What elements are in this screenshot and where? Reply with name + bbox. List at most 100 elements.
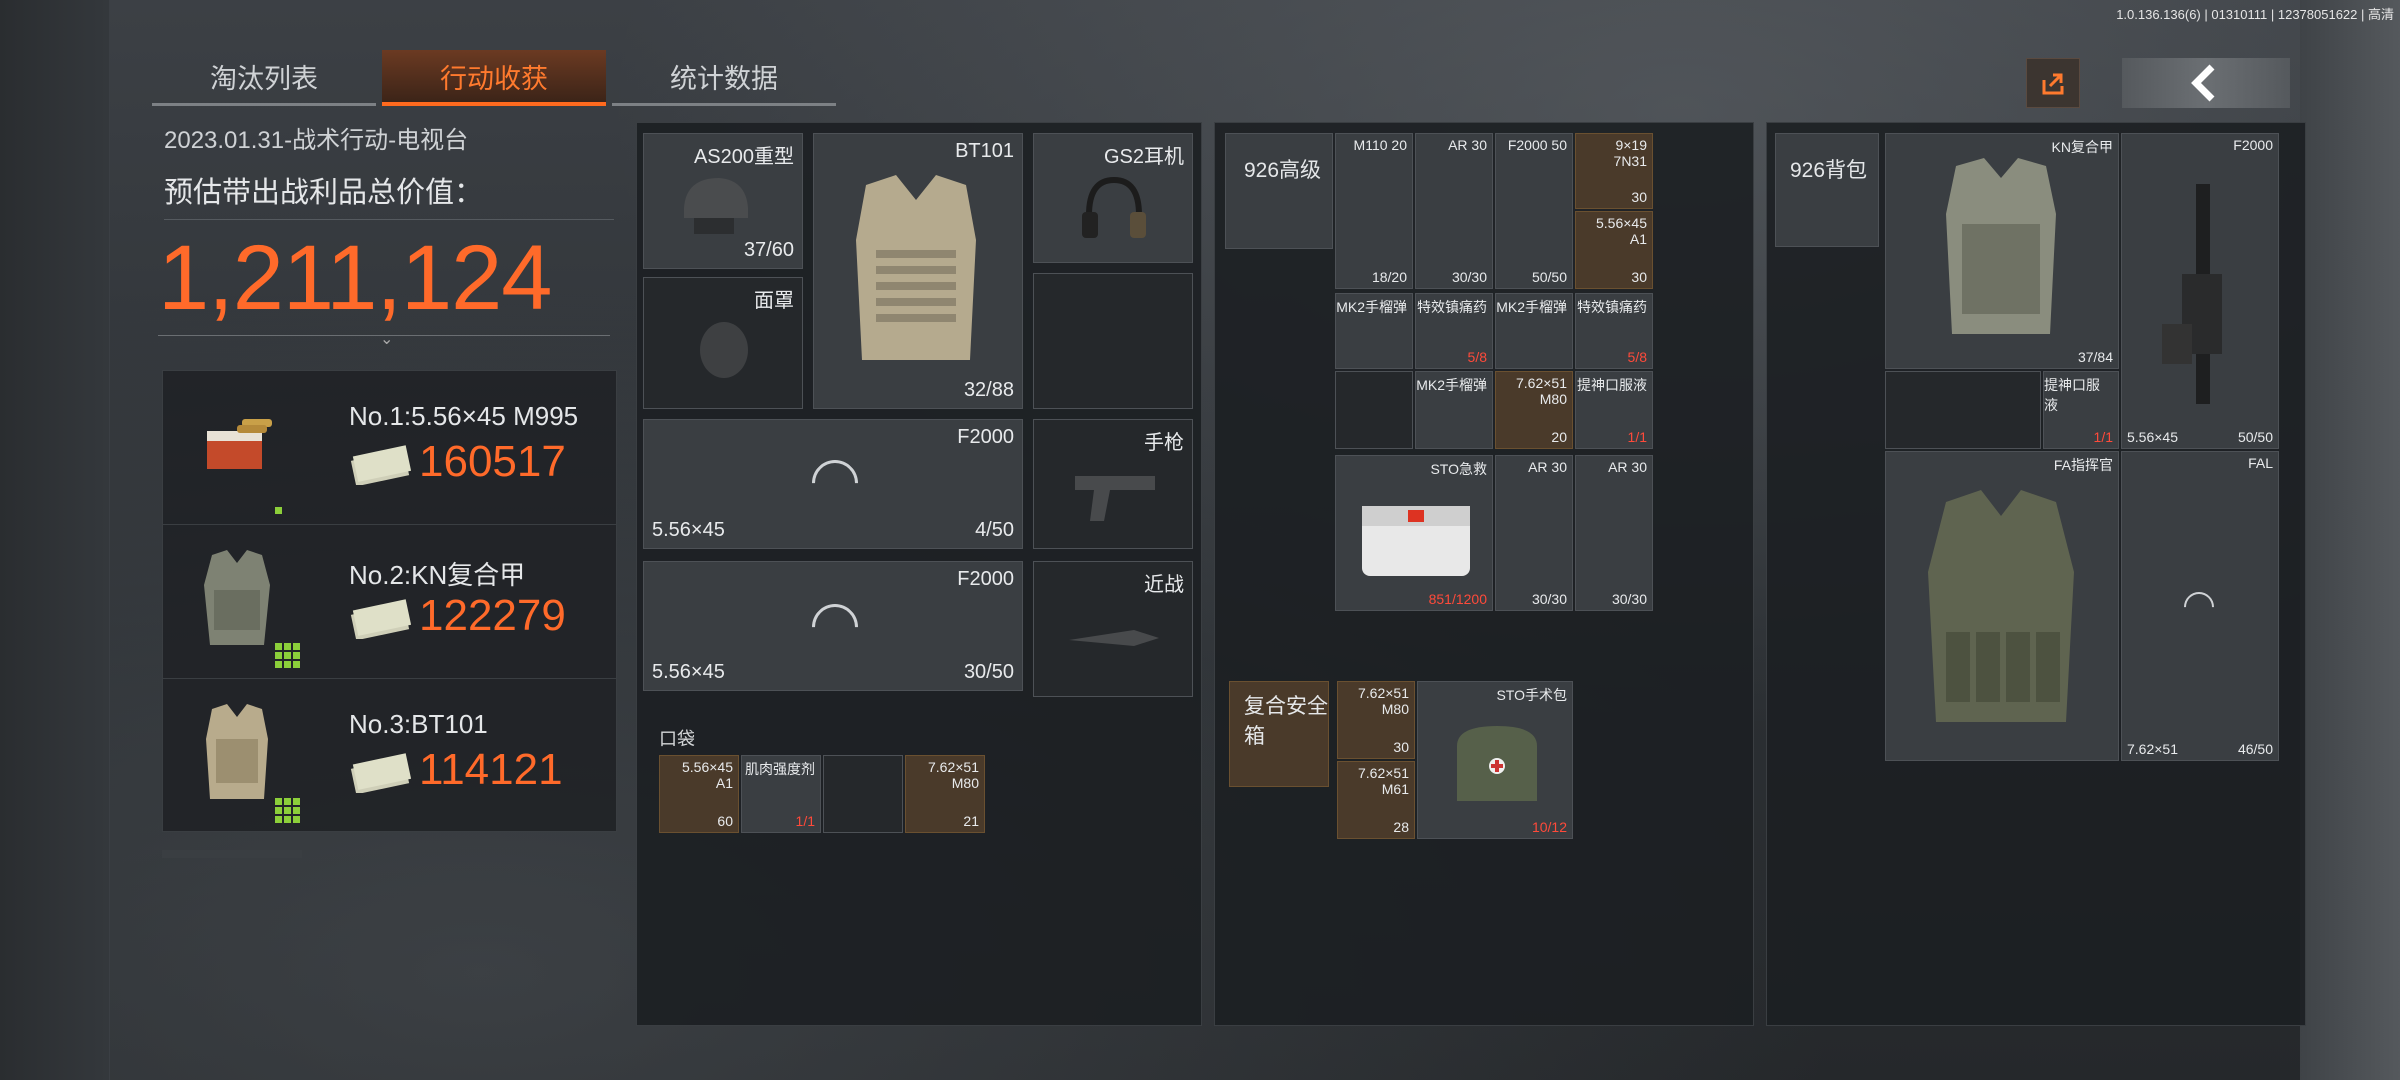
slot-count: 30/50 <box>963 661 1014 683</box>
slot-count: 5/8 <box>1467 349 1487 365</box>
tab-statistics[interactable]: 统计数据 <box>612 50 836 106</box>
body-armor-icon <box>1946 158 2056 334</box>
chevron-left-icon <box>2191 64 2215 102</box>
list-item[interactable]: No.1:5.56×45 M995 160517 <box>163 371 616 525</box>
back-button[interactable] <box>2122 58 2290 108</box>
rig-item[interactable]: AR 30 30/30 <box>1415 133 1493 289</box>
slot-name: F2000 50 <box>1507 137 1567 153</box>
safe-box-title: 复合安全箱 <box>1244 695 1328 748</box>
backpack-item[interactable]: 提神口服液 1/1 <box>2043 371 2119 449</box>
slot-count: 30/30 <box>1611 591 1647 607</box>
safe-item[interactable]: STO手术包 10/12 <box>1417 681 1573 839</box>
rig-empty[interactable] <box>1335 371 1413 449</box>
right-decor-strip <box>2300 0 2400 1080</box>
plate-carrier-icon <box>856 175 976 360</box>
divider: ⌄ <box>158 331 610 348</box>
helmet-slot[interactable]: AS200重型 37/60 <box>643 133 803 269</box>
tactical-vest-icon <box>1928 490 2074 722</box>
safe-item[interactable]: 7.62×51 M80 30 <box>1337 681 1415 759</box>
backpack-slot[interactable]: 926背包 <box>1775 133 1879 247</box>
primary-weapon-slot-1[interactable]: F2000 5.56×45 4/50 <box>643 419 1023 549</box>
slot-count: 5/8 <box>1627 349 1647 365</box>
empty-slot[interactable] <box>1033 273 1193 409</box>
slot-count: 4/50 <box>975 519 1014 541</box>
pocket-item[interactable]: 5.56×45 A1 60 <box>659 755 739 833</box>
cash-icon <box>349 441 412 487</box>
chest-rig-panel: 926高级 M110 20 18/20 AR 30 30/30 F2000 50… <box>1214 122 1754 1026</box>
backpack-item[interactable]: FA指挥官 <box>1885 451 2119 761</box>
pistol-slot[interactable]: 手枪 <box>1033 419 1193 549</box>
slot-name: 5.56×45 A1 <box>682 759 733 791</box>
slot-name: FA指挥官 <box>2053 457 2113 473</box>
rig-item[interactable]: STO急救 851/1200 <box>1335 455 1493 611</box>
size-indicator <box>275 798 300 823</box>
slot-caliber: 5.56×45 <box>652 519 725 541</box>
safe-item[interactable]: 7.62×51 M61 28 <box>1337 761 1415 839</box>
safe-box-slot[interactable]: 复合安全箱 <box>1229 681 1329 787</box>
primary-weapon-slot-2[interactable]: F2000 5.56×45 30/50 <box>643 561 1023 691</box>
tab-bar: 淘汰列表 行动收获 统计数据 <box>152 50 836 106</box>
knife-icon <box>1069 630 1159 646</box>
slot-name: F2000 <box>957 568 1014 590</box>
rig-item[interactable]: MK2手榴弹 <box>1415 371 1493 449</box>
pocket-item[interactable] <box>823 755 903 833</box>
first-aid-kit-icon <box>1362 506 1470 576</box>
chevron-down-icon: ⌄ <box>380 331 394 348</box>
slot-count: 30 <box>1393 739 1409 755</box>
rig-item[interactable]: 特效镇痛药 5/8 <box>1415 293 1493 369</box>
rig-slot[interactable]: 926高级 <box>1225 133 1333 249</box>
list-item[interactable]: No.2:KN复合甲 122279 <box>163 525 616 679</box>
slot-count: 1/1 <box>1627 429 1647 445</box>
slot-name: 肌肉强度剂 <box>745 761 815 777</box>
backpack-item[interactable]: KN复合甲 37/84 <box>1885 133 2119 369</box>
slot-name: 7.62×51 M80 <box>1516 375 1567 407</box>
loot-price: 122279 <box>419 591 566 640</box>
rig-item[interactable]: 7.62×51 M80 20 <box>1495 371 1573 449</box>
rig-item[interactable]: 特效镇痛药 5/8 <box>1575 293 1653 369</box>
slot-name: STO手术包 <box>1496 687 1567 703</box>
loot-price: 114121 <box>419 745 563 794</box>
slot-caliber: 5.56×45 <box>652 661 725 683</box>
backpack-panel: 926背包 KN复合甲 37/84 F2000 5.56×45 50/50 提神… <box>1766 122 2306 1026</box>
slot-name: 面罩 <box>754 290 794 312</box>
slot-count: 37/60 <box>743 239 794 261</box>
pocket-item[interactable]: 7.62×51 M80 21 <box>905 755 985 833</box>
slot-name: MK2手榴弹 <box>1336 299 1407 315</box>
gas-mask-icon <box>700 322 748 378</box>
surgery-kit-icon <box>1457 726 1537 801</box>
slot-name: 9×19 7N31 <box>1613 137 1647 169</box>
slot-count: 20 <box>1551 429 1567 445</box>
rig-item[interactable]: 5.56×45 A1 30 <box>1575 211 1653 289</box>
rig-item[interactable]: M110 20 18/20 <box>1335 133 1413 289</box>
backpack-item[interactable]: FAL 7.62×51 46/50 <box>2121 451 2279 761</box>
rig-title: 926高级 <box>1244 159 1322 182</box>
slot-count: 50/50 <box>2237 429 2273 445</box>
list-item[interactable]: No.3:BT101 114121 <box>163 679 616 833</box>
rig-item[interactable]: MK2手榴弹 <box>1495 293 1573 369</box>
slot-count: 37/84 <box>2077 349 2113 365</box>
tab-elimination-list[interactable]: 淘汰列表 <box>152 50 376 106</box>
rig-item[interactable]: F2000 50 50/50 <box>1495 133 1573 289</box>
rig-item[interactable]: AR 30 30/30 <box>1575 455 1653 611</box>
armor-slot[interactable]: BT101 32/88 <box>813 133 1023 409</box>
backpack-empty[interactable] <box>1885 371 2041 449</box>
tab-action-harvest[interactable]: 行动收获 <box>382 50 606 106</box>
rig-item[interactable]: 提神口服液 1/1 <box>1575 371 1653 449</box>
mask-slot[interactable]: 面罩 <box>643 277 803 409</box>
slot-name: 提神口服液 <box>1577 377 1647 393</box>
rig-item[interactable]: 9×19 7N31 30 <box>1575 133 1653 209</box>
rig-item[interactable]: AR 30 30/30 <box>1495 455 1573 611</box>
headset-slot[interactable]: GS2耳机 <box>1033 133 1193 263</box>
rig-item[interactable]: MK2手榴弹 <box>1335 293 1413 369</box>
estimated-value-label: 预估带出战利品总价值： <box>164 177 484 209</box>
pocket-item[interactable]: 肌肉强度剂 1/1 <box>741 755 821 833</box>
plate-carrier-icon <box>177 699 297 809</box>
backpack-item[interactable]: F2000 5.56×45 50/50 <box>2121 133 2279 449</box>
share-button[interactable] <box>2026 58 2080 108</box>
melee-slot[interactable]: 近战 <box>1033 561 1193 697</box>
cash-icon <box>349 749 412 795</box>
slot-count: 851/1200 <box>1428 591 1487 607</box>
slot-count: 1/1 <box>795 813 815 829</box>
slot-count: 1/1 <box>2093 429 2113 445</box>
equipment-panel: AS200重型 37/60 BT101 32/88 GS2耳机 面罩 F2000… <box>636 122 1202 1026</box>
